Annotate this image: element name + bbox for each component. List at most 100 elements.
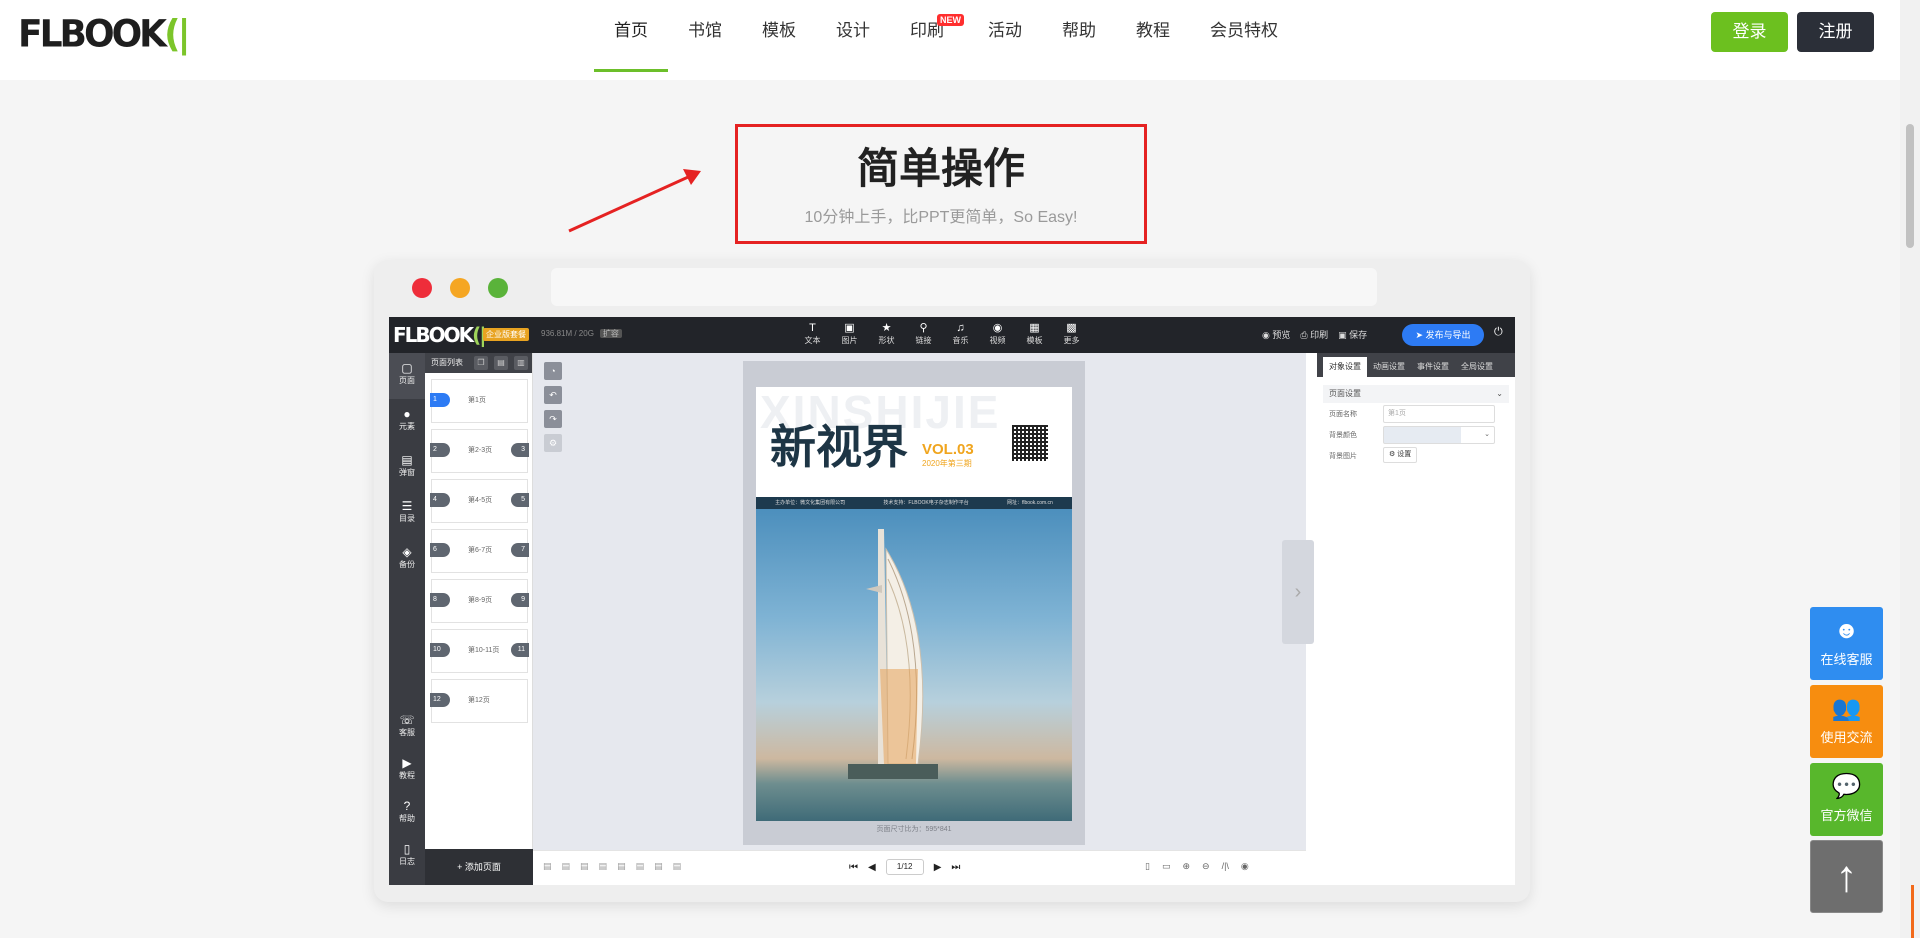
zoom-in-icon[interactable]: ⊕ [1182, 861, 1190, 872]
next-page-arrow[interactable]: › [1282, 540, 1314, 644]
nav-templates[interactable]: 模板 [742, 0, 816, 72]
align-center-icon[interactable]: ▤ [562, 861, 571, 872]
page-thumbnail[interactable]: 8 9 第8-9页 [430, 579, 529, 623]
page-name-input[interactable]: 第1页 [1383, 405, 1495, 423]
layers-icon[interactable]: ◉ [1241, 861, 1249, 872]
align-left-icon[interactable]: ▤ [543, 861, 552, 872]
tool-link[interactable]: ⚲ 链接 [905, 321, 942, 347]
tool-video[interactable]: ◉ 视频 [979, 321, 1016, 347]
sidebar-item-page[interactable]: ▢ 页面 [389, 353, 425, 399]
sidebar-item-tutorial[interactable]: ▶ 教程 [389, 748, 425, 791]
sidebar-item-backup[interactable]: ◈ 备份 [389, 537, 425, 583]
sidebar-item-log[interactable]: ▯ 日志 [389, 834, 425, 877]
wechat-button[interactable]: 💬 官方微信 [1810, 763, 1883, 836]
tool-music[interactable]: ♫ 音乐 [942, 321, 979, 347]
distribute-v-icon[interactable]: ▤ [673, 861, 682, 872]
history-icon[interactable]: ◔ [544, 362, 562, 380]
duplicate-icon[interactable]: ▤ [494, 356, 508, 370]
tool-shape[interactable]: ★ 形状 [868, 321, 905, 347]
single-page-icon[interactable]: ▯ [1145, 861, 1150, 872]
align-top-icon[interactable]: ▤ [599, 861, 608, 872]
power-icon[interactable]: ⏻ [1494, 326, 1503, 339]
login-button[interactable]: 登录 [1711, 12, 1788, 52]
send-icon: ➤ [1415, 330, 1426, 340]
page-thumbnail[interactable]: 2 3 第2-3页 [430, 429, 529, 473]
first-page-icon[interactable]: ⏮ [849, 862, 858, 873]
online-service-button[interactable]: ☻ 在线客服 [1810, 607, 1883, 680]
tool-more[interactable]: ▩ 更多 [1053, 321, 1090, 347]
align-right-icon[interactable]: ▤ [580, 861, 589, 872]
tool-template[interactable]: ▦ 模板 [1016, 321, 1053, 347]
last-page-icon[interactable]: ⏭ [951, 862, 960, 873]
ruler-icon[interactable]: /|\ [1222, 861, 1229, 872]
tool-image[interactable]: ▣ 图片 [831, 321, 868, 347]
bg-image-settings-button[interactable]: ⚙ 设置 [1383, 447, 1418, 463]
settings-icon[interactable]: ⚙ [544, 434, 562, 452]
nav-print[interactable]: 印刷 NEW [890, 0, 968, 72]
undo-icon[interactable]: ↶ [544, 386, 562, 404]
chevron-down-icon: ⌄ [1496, 389, 1503, 398]
sidebar-item-toc[interactable]: ☰ 目录 [389, 491, 425, 537]
wechat-icon: 💬 [1831, 773, 1862, 800]
magazine-cover[interactable]: XINSHIJIE 新视界 VOL.03 2020年第三期 主办单位：微文化集团… [756, 387, 1072, 821]
page-thumbnail[interactable]: 6 7 第6-7页 [430, 529, 529, 573]
sidebar-item-label: 日志 [399, 857, 415, 866]
save-button[interactable]: ▣ 保存 [1338, 326, 1367, 344]
sidebar-item-help[interactable]: ? 帮助 [389, 791, 425, 834]
popup-icon: ▤ [401, 453, 413, 467]
zoom-out-icon[interactable]: ⊖ [1202, 861, 1210, 872]
publish-export-button[interactable]: ➤ 发布与导出 [1402, 324, 1484, 346]
tab-3[interactable]: 全局设置 [1455, 357, 1499, 377]
nav-events[interactable]: 活动 [968, 0, 1042, 72]
page-scrollbar[interactable] [1900, 0, 1920, 938]
distribute-h-icon[interactable]: ▤ [654, 861, 663, 872]
copy-icon[interactable]: ❐ [474, 356, 488, 370]
expand-storage-tag: 扩容 [599, 329, 622, 338]
tab-0[interactable]: 对象设置 [1323, 357, 1367, 377]
flbook-logo[interactable]: FLBOOK(| [18, 13, 191, 56]
nav-tutorials[interactable]: 教程 [1116, 0, 1190, 72]
user-exchange-button[interactable]: 👥 使用交流 [1810, 685, 1883, 758]
page-thumbnail[interactable]: 10 11 第10-11页 [430, 629, 529, 673]
double-page-icon[interactable]: ▭ [1162, 861, 1171, 872]
page-thumbnail[interactable]: 1 第1页 [430, 379, 528, 423]
align-bottom-icon[interactable]: ▤ [636, 861, 645, 872]
nav-membership[interactable]: 会员特权 [1190, 0, 1298, 72]
nav-help[interactable]: 帮助 [1042, 0, 1116, 72]
redo-icon[interactable]: ↷ [544, 410, 562, 428]
page-number-left: 2 [430, 443, 450, 457]
bg-image-label: 背景图片 [1329, 453, 1357, 460]
back-to-top-button[interactable]: ↑ [1810, 840, 1883, 913]
add-page-button[interactable]: + 添加页面 [425, 849, 533, 885]
tab-2[interactable]: 事件设置 [1411, 357, 1455, 377]
sidebar-item-popup[interactable]: ▤ 弹窗 [389, 445, 425, 491]
window-close-dot [412, 278, 432, 298]
print-button[interactable]: ⎙ 印刷 [1300, 326, 1328, 344]
tool-text[interactable]: T 文本 [794, 321, 831, 347]
cover-photo [756, 509, 1072, 821]
page-thumbnail[interactable]: 4 5 第4-5页 [430, 479, 529, 523]
sidebar-item-label: 弹窗 [399, 468, 415, 477]
sidebar-item-service[interactable]: ☏ 客服 [389, 705, 425, 748]
prev-page-icon[interactable]: ◀ [868, 862, 876, 873]
sidebar-item-element[interactable]: ● 元素 [389, 399, 425, 445]
preview-button[interactable]: ◉ 预览 [1262, 326, 1290, 344]
nav-home[interactable]: 首页 [594, 0, 668, 72]
tab-1[interactable]: 动画设置 [1367, 357, 1411, 377]
nav-design[interactable]: 设计 [816, 0, 890, 72]
scrollbar-thumb[interactable] [1906, 124, 1914, 248]
nav-library[interactable]: 书馆 [668, 0, 742, 72]
page-label: 第12页 [468, 697, 490, 704]
trash-icon[interactable]: ▥ [514, 356, 528, 370]
page-number-input[interactable]: 1/12 [885, 859, 924, 875]
page-size-note: 页面尺寸比为：595*841 [876, 826, 952, 833]
page-settings-section[interactable]: 页面设置 ⌄ [1323, 385, 1509, 403]
page-thumbnail[interactable]: 12 第12页 [430, 679, 528, 723]
tool-label: 模板 [1026, 336, 1043, 345]
register-button[interactable]: 注册 [1797, 12, 1874, 52]
align-middle-icon[interactable]: ▤ [617, 861, 626, 872]
bg-color-select[interactable]: ⌄ [1383, 426, 1495, 444]
page-number-right: 11 [511, 643, 529, 657]
page-pager: ⏮ ◀ 1/12 ▶ ⏭ [849, 859, 960, 875]
next-page-icon[interactable]: ▶ [934, 862, 942, 873]
